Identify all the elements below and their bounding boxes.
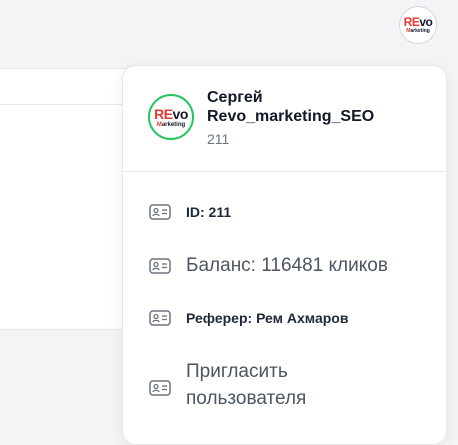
user-dropdown-menu: REvo Marketing Сергей Revo_marketing_SEO… — [122, 65, 447, 445]
profile-name: Сергей — [207, 89, 263, 106]
id-card-icon — [149, 310, 171, 326]
menu-item-id[interactable]: ID: 211 — [149, 204, 231, 220]
profile-header: REvo Marketing Сергей Revo_marketing_SEO… — [123, 66, 446, 172]
menu-item-invite-user[interactable]: Пригласить пользователя — [149, 358, 346, 412]
menu-item-balance[interactable]: Баланс: 116481 кликов — [149, 252, 388, 279]
menu-item-referer[interactable]: Реферер: Рем Ахмаров — [149, 310, 348, 326]
menu-item-label: ID: 211 — [186, 204, 232, 220]
logo-subtext: Marketing — [156, 121, 186, 128]
profile-user-id: 211 — [207, 131, 230, 147]
id-card-icon — [149, 204, 171, 220]
logo-subtext: Marketing — [406, 28, 430, 34]
background-content-panel — [0, 68, 140, 330]
logo-text: REvo — [403, 15, 433, 29]
id-card-icon — [149, 380, 171, 396]
profile-avatar: REvo Marketing — [148, 94, 194, 140]
background-divider — [0, 68, 140, 69]
logo-text: REvo — [154, 105, 188, 122]
profile-login: Revo_marketing_SEO — [207, 108, 375, 125]
user-avatar-button[interactable]: REvo Marketing — [399, 6, 437, 44]
menu-item-label: Пригласить пользователя — [186, 361, 307, 409]
background-divider — [0, 104, 140, 105]
top-bar: REvo Marketing — [0, 0, 458, 50]
menu-item-label: Реферер: Рем Ахмаров — [186, 310, 349, 326]
menu-item-label: Баланс: 116481 кликов — [186, 255, 388, 276]
id-card-icon — [149, 257, 171, 274]
